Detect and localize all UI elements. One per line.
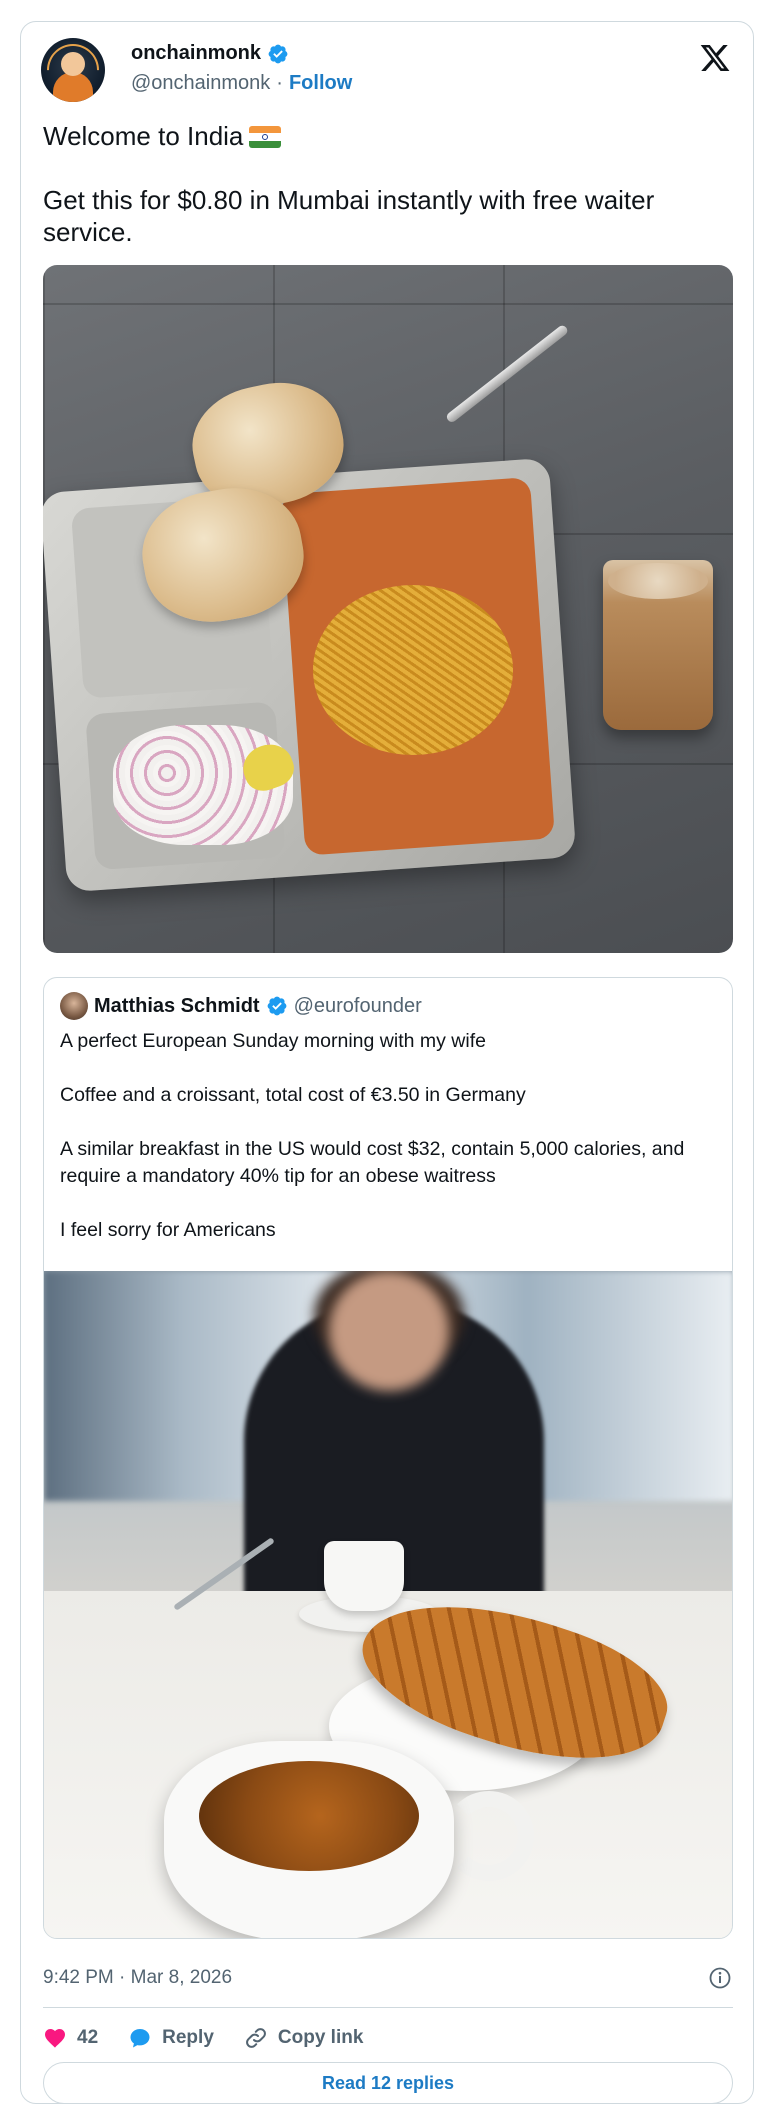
author-handle[interactable]: @onchainmonk bbox=[131, 72, 270, 95]
quoted-handle[interactable]: @eurofounder bbox=[294, 995, 422, 1018]
author-name-row: onchainmonk bbox=[131, 42, 289, 65]
tweet-header: onchainmonk @onchainmonk · Follow bbox=[41, 38, 735, 108]
reply-button[interactable]: Reply bbox=[128, 2026, 214, 2050]
post-line-2: Get this for $0.80 in Mumbai instantly w… bbox=[43, 185, 655, 247]
small-cup bbox=[324, 1541, 404, 1611]
like-button[interactable]: 42 bbox=[43, 2026, 98, 2050]
quoted-text: A perfect European Sunday morning with m… bbox=[60, 1028, 720, 1244]
cup-handle bbox=[444, 1791, 534, 1881]
like-count: 42 bbox=[77, 2027, 99, 2048]
info-icon[interactable] bbox=[708, 1966, 732, 1990]
blurred-face bbox=[329, 1271, 449, 1391]
read-replies-button[interactable]: Read 12 replies bbox=[43, 2062, 733, 2104]
author-avatar[interactable] bbox=[41, 38, 105, 102]
espresso-crema bbox=[199, 1761, 419, 1871]
x-logo-icon[interactable] bbox=[699, 42, 731, 74]
action-bar: 42 Reply Copy link bbox=[43, 2022, 733, 2054]
quoted-tweet[interactable]: Matthias Schmidt @eurofounder A perfect … bbox=[43, 977, 733, 1939]
footer-divider bbox=[43, 2007, 733, 2008]
follow-button[interactable]: Follow bbox=[289, 72, 352, 95]
quoted-display-name[interactable]: Matthias Schmidt bbox=[94, 995, 260, 1018]
tweet-timestamp[interactable]: 9:42 PM · Mar 8, 2026 bbox=[43, 1967, 232, 1989]
quoted-header: Matthias Schmidt @eurofounder bbox=[60, 992, 422, 1020]
quoted-photo-cafe-breakfast[interactable] bbox=[44, 1271, 732, 1938]
reply-bubble-icon bbox=[130, 2029, 150, 2048]
post-text: Welcome to India Get this for $0.80 in M… bbox=[43, 120, 733, 248]
verified-badge-icon bbox=[268, 44, 288, 63]
farsan-topping bbox=[313, 585, 513, 755]
tweet-card: onchainmonk @onchainmonk · Follow Welcom… bbox=[20, 21, 754, 2104]
quoted-paragraph: Coffee and a croissant, total cost of €3… bbox=[60, 1084, 526, 1106]
link-icon bbox=[245, 2028, 266, 2048]
handle-separator: · bbox=[276, 72, 283, 94]
quoted-avatar[interactable] bbox=[60, 992, 88, 1020]
spoon bbox=[444, 323, 570, 424]
avatar-head bbox=[61, 52, 85, 76]
verified-badge-icon bbox=[267, 996, 286, 1016]
copy-link-button[interactable]: Copy link bbox=[244, 2026, 364, 2050]
reply-label: Reply bbox=[162, 2027, 214, 2048]
chai-foam bbox=[608, 563, 708, 599]
post-photo-misal-pav[interactable] bbox=[43, 265, 733, 953]
author-handle-row: @onchainmonk · Follow bbox=[131, 72, 352, 95]
author-display-name[interactable]: onchainmonk bbox=[131, 42, 261, 65]
quoted-paragraph: I feel sorry for Americans bbox=[60, 1219, 276, 1241]
post-line-1: Welcome to India bbox=[43, 120, 733, 152]
copy-link-label: Copy link bbox=[277, 2027, 364, 2048]
heart-icon bbox=[45, 2029, 65, 2048]
quoted-paragraph: A similar breakfast in the US would cost… bbox=[60, 1138, 685, 1187]
quoted-paragraph: A perfect European Sunday morning with m… bbox=[60, 1030, 486, 1052]
india-flag-icon bbox=[249, 126, 282, 148]
post-line-1-text: Welcome to India bbox=[43, 121, 244, 151]
